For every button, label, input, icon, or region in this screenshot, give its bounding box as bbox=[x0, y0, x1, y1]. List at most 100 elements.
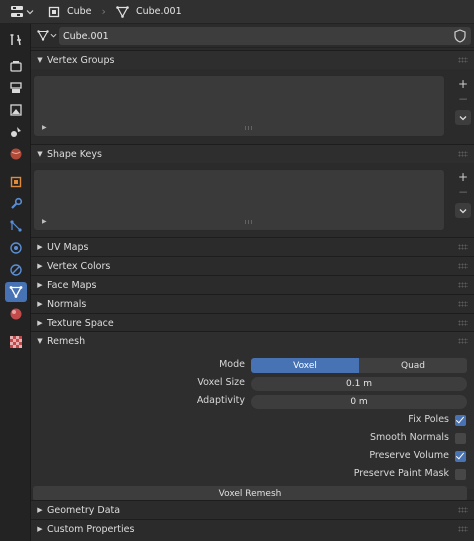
particles-icon bbox=[10, 220, 22, 232]
adaptivity-label: Adaptivity bbox=[196, 395, 245, 406]
expanded-arrow-icon: ▼ bbox=[37, 56, 43, 64]
vertex-groups-buttons: + − bbox=[455, 76, 471, 125]
tool-icon bbox=[10, 34, 21, 46]
tab-render[interactable] bbox=[5, 56, 27, 76]
fake-user-shield-icon[interactable] bbox=[451, 27, 469, 45]
voxel-size-label: Voxel Size bbox=[197, 377, 245, 388]
remove-vertex-group-button[interactable]: − bbox=[455, 91, 471, 106]
tab-output[interactable] bbox=[5, 78, 27, 98]
object-icon bbox=[48, 6, 60, 17]
drag-grip-icon[interactable] bbox=[458, 57, 468, 63]
panel-shape-keys-header[interactable]: ▼ Shape Keys bbox=[31, 144, 474, 163]
remesh-mode-selector: Voxel Quad bbox=[251, 358, 467, 373]
drag-grip-icon[interactable] bbox=[458, 151, 468, 157]
mesh-data-icon bbox=[37, 30, 49, 41]
breadcrumb-object: Cube bbox=[48, 6, 92, 18]
vertex-group-specials-button[interactable] bbox=[455, 110, 471, 125]
mode-label: Mode bbox=[219, 359, 245, 370]
voxel-remesh-button[interactable]: Voxel Remesh bbox=[33, 486, 467, 501]
panel-vertex-colors-header[interactable]: ▶ Vertex Colors bbox=[31, 256, 474, 275]
object-properties-icon bbox=[10, 176, 22, 188]
properties-main: Cube.001 ▼ Vertex Groups ▶ + − ▼ Shape K… bbox=[31, 24, 474, 541]
panel-normals-header[interactable]: ▶ Normals bbox=[31, 294, 474, 313]
constraints-icon bbox=[10, 264, 22, 276]
collapsed-arrow-icon: ▶ bbox=[37, 243, 43, 251]
list-resize-grip-icon[interactable] bbox=[244, 220, 253, 224]
filter-options-arrow-icon[interactable]: ▶ bbox=[42, 218, 47, 225]
vertex-groups-list[interactable]: ▶ bbox=[33, 75, 445, 137]
expanded-arrow-icon: ▼ bbox=[37, 337, 43, 345]
collapsed-arrow-icon: ▶ bbox=[37, 525, 43, 533]
chevron-down-icon bbox=[26, 9, 34, 14]
tab-scene[interactable] bbox=[5, 122, 27, 142]
drag-grip-icon[interactable] bbox=[458, 301, 468, 307]
smooth-normals-label: Smooth Normals bbox=[370, 432, 449, 443]
preserve-paint-mask-checkbox[interactable] bbox=[455, 469, 466, 480]
tab-physics[interactable] bbox=[5, 238, 27, 258]
preserve-volume-label: Preserve Volume bbox=[369, 450, 449, 461]
voxel-size-field[interactable]: 0.1 m bbox=[251, 377, 467, 391]
fix-poles-label: Fix Poles bbox=[408, 414, 449, 425]
preserve-paint-mask-label: Preserve Paint Mask bbox=[353, 468, 449, 479]
remove-shape-key-button[interactable]: − bbox=[455, 184, 471, 199]
tab-object[interactable] bbox=[5, 172, 27, 192]
fix-poles-checkbox[interactable] bbox=[455, 415, 466, 426]
tab-world[interactable] bbox=[5, 144, 27, 164]
drag-grip-icon[interactable] bbox=[458, 338, 468, 344]
mode-voxel-button[interactable]: Voxel bbox=[251, 358, 359, 373]
tab-constraints[interactable] bbox=[5, 260, 27, 280]
panel-face-maps-header[interactable]: ▶ Face Maps bbox=[31, 275, 474, 294]
scene-icon bbox=[11, 127, 21, 137]
tab-view-layer[interactable] bbox=[5, 100, 27, 120]
tab-modifiers[interactable] bbox=[5, 194, 27, 214]
filter-options-arrow-icon[interactable]: ▶ bbox=[42, 124, 47, 131]
panel-remesh-header[interactable]: ▼ Remesh bbox=[31, 331, 474, 350]
mesh-name-field[interactable]: Cube.001 bbox=[59, 27, 471, 45]
object-name: Cube bbox=[67, 6, 92, 17]
tab-tool[interactable] bbox=[5, 30, 27, 50]
mesh-datablock-row: Cube.001 bbox=[31, 24, 474, 48]
shape-key-specials-button[interactable] bbox=[455, 203, 471, 218]
mesh-name-text: Cube.001 bbox=[63, 30, 109, 42]
tab-data[interactable] bbox=[5, 282, 27, 302]
drag-grip-icon[interactable] bbox=[458, 282, 468, 288]
panel-title: Vertex Groups bbox=[47, 54, 115, 66]
shape-keys-buttons: + − bbox=[455, 169, 471, 218]
preserve-volume-checkbox[interactable] bbox=[455, 451, 466, 462]
physics-icon bbox=[10, 242, 22, 254]
tab-particles[interactable] bbox=[5, 216, 27, 236]
list-resize-grip-icon[interactable] bbox=[244, 126, 253, 130]
panel-title: Custom Properties bbox=[47, 523, 135, 535]
panel-vertex-groups-header[interactable]: ▼ Vertex Groups bbox=[31, 50, 474, 69]
drag-grip-icon[interactable] bbox=[458, 526, 468, 532]
panel-texture-space-header[interactable]: ▶ Texture Space bbox=[31, 313, 474, 332]
shape-keys-list[interactable]: ▶ bbox=[33, 169, 445, 231]
drag-grip-icon[interactable] bbox=[458, 244, 468, 250]
world-icon bbox=[10, 148, 22, 160]
add-shape-key-button[interactable]: + bbox=[455, 169, 471, 184]
properties-header: Cube › Cube.001 bbox=[0, 0, 474, 24]
collapsed-arrow-icon: ▶ bbox=[37, 281, 43, 289]
chevron-down-icon bbox=[50, 33, 57, 38]
editor-type-selector[interactable] bbox=[10, 5, 38, 19]
mesh-data-icon bbox=[9, 286, 23, 298]
adaptivity-field[interactable]: 0 m bbox=[251, 395, 467, 409]
drag-grip-icon[interactable] bbox=[458, 320, 468, 326]
tab-material[interactable] bbox=[5, 304, 27, 324]
view-layer-icon bbox=[10, 104, 22, 116]
material-icon bbox=[10, 308, 22, 320]
add-vertex-group-button[interactable]: + bbox=[455, 76, 471, 91]
mode-quad-button[interactable]: Quad bbox=[359, 358, 467, 373]
properties-editor-icon bbox=[11, 5, 23, 17]
render-icon bbox=[10, 61, 22, 72]
panel-custom-properties-header[interactable]: ▶ Custom Properties bbox=[31, 519, 474, 538]
collapsed-arrow-icon: ▶ bbox=[37, 262, 43, 270]
drag-grip-icon[interactable] bbox=[458, 507, 468, 513]
panel-geometry-data-header[interactable]: ▶ Geometry Data bbox=[31, 500, 474, 519]
panel-uv-maps-header[interactable]: ▶ UV Maps bbox=[31, 237, 474, 256]
tab-texture[interactable] bbox=[5, 332, 27, 352]
smooth-normals-checkbox[interactable] bbox=[455, 433, 466, 444]
collapsed-arrow-icon: ▶ bbox=[37, 300, 43, 308]
drag-grip-icon[interactable] bbox=[458, 263, 468, 269]
mesh-browse-button[interactable] bbox=[37, 30, 57, 41]
